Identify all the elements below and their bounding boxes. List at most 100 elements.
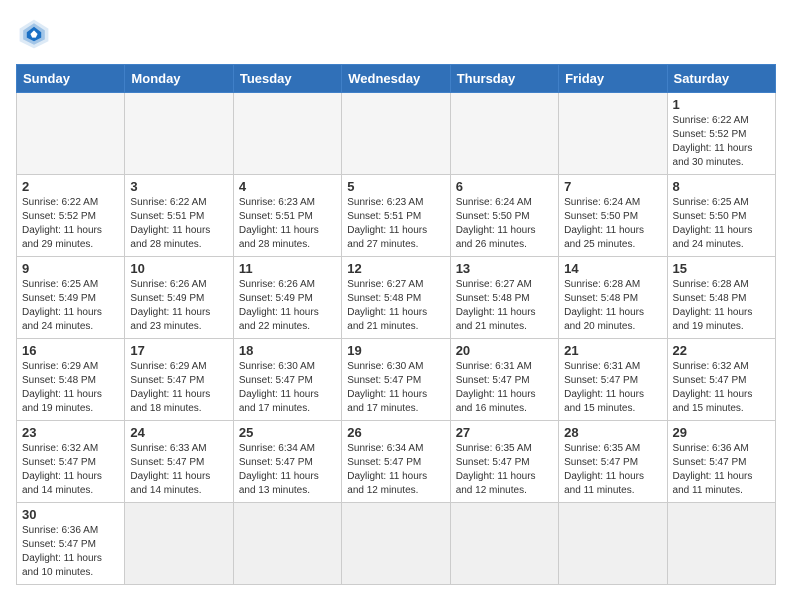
day-number: 28 bbox=[564, 425, 661, 440]
calendar-cell: 7Sunrise: 6:24 AM Sunset: 5:50 PM Daylig… bbox=[559, 175, 667, 257]
day-number: 30 bbox=[22, 507, 119, 522]
day-number: 23 bbox=[22, 425, 119, 440]
day-info: Sunrise: 6:34 AM Sunset: 5:47 PM Dayligh… bbox=[239, 442, 336, 498]
day-number: 14 bbox=[564, 261, 661, 276]
calendar-cell bbox=[342, 503, 450, 585]
calendar-cell: 4 Sunrise: 6:23 AM Sunset: 5:51 PM Daylig… bbox=[233, 175, 341, 257]
day-number: 4 bbox=[239, 179, 336, 194]
calendar-cell: 5Sunrise: 6:23 AM Sunset: 5:51 PM Daylig… bbox=[342, 175, 450, 257]
day-number: 11 bbox=[239, 261, 336, 276]
day-number: 7 bbox=[564, 179, 661, 194]
calendar-cell: 18 Sunrise: 6:30 AM Sunset: 5:47 PM Dayli… bbox=[233, 339, 341, 421]
day-info: Sunrise: 6:22 AM Sunset: 5:51 PM Dayligh… bbox=[130, 196, 227, 252]
day-info: Sunrise: 6:22 AM Sunset: 5:52 PM Dayligh… bbox=[22, 196, 119, 252]
day-number: 6 bbox=[456, 179, 553, 194]
day-info: Sunrise: 6:36 AM Sunset: 5:47 PM Dayligh… bbox=[22, 524, 119, 580]
logo-icon bbox=[16, 16, 52, 52]
calendar-cell: 8 Sunrise: 6:25 AM Sunset: 5:50 PM Daylig… bbox=[667, 175, 775, 257]
day-info: Sunrise: 6:24 AM Sunset: 5:50 PM Dayligh… bbox=[456, 196, 553, 252]
calendar-cell: 11 Sunrise: 6:26 AM Sunset: 5:49 PM Dayli… bbox=[233, 257, 341, 339]
day-info: Sunrise: 6:32 AM Sunset: 5:47 PM Dayligh… bbox=[22, 442, 119, 498]
day-info: Sunrise: 6:27 AM Sunset: 5:48 PM Dayligh… bbox=[456, 278, 553, 334]
calendar-cell: 24 Sunrise: 6:33 AM Sunset: 5:47 PM Dayli… bbox=[125, 421, 233, 503]
calendar-cell: 19 Sunrise: 6:30 AM Sunset: 5:47 PM Dayli… bbox=[342, 339, 450, 421]
day-info: Sunrise: 6:34 AM Sunset: 5:47 PM Dayligh… bbox=[347, 442, 444, 498]
calendar-cell: 23 Sunrise: 6:32 AM Sunset: 5:47 PM Dayli… bbox=[17, 421, 125, 503]
day-number: 24 bbox=[130, 425, 227, 440]
weekday-header: Wednesday bbox=[342, 65, 450, 93]
day-number: 27 bbox=[456, 425, 553, 440]
day-info: Sunrise: 6:29 AM Sunset: 5:48 PM Dayligh… bbox=[22, 360, 119, 416]
day-info: Sunrise: 6:23 AM Sunset: 5:51 PM Dayligh… bbox=[239, 196, 336, 252]
calendar-cell: 28 Sunrise: 6:35 AM Sunset: 5:47 PM Dayli… bbox=[559, 421, 667, 503]
day-info: Sunrise: 6:26 AM Sunset: 5:49 PM Dayligh… bbox=[130, 278, 227, 334]
calendar-cell bbox=[233, 93, 341, 175]
day-number: 29 bbox=[673, 425, 770, 440]
day-number: 5 bbox=[347, 179, 444, 194]
calendar-cell: 17Sunrise: 6:29 AM Sunset: 5:47 PM Dayli… bbox=[125, 339, 233, 421]
day-info: Sunrise: 6:30 AM Sunset: 5:47 PM Dayligh… bbox=[239, 360, 336, 416]
calendar-cell bbox=[125, 93, 233, 175]
logo bbox=[16, 16, 56, 52]
calendar-cell bbox=[17, 93, 125, 175]
day-info: Sunrise: 6:35 AM Sunset: 5:47 PM Dayligh… bbox=[564, 442, 661, 498]
weekday-header: Sunday bbox=[17, 65, 125, 93]
day-number: 10 bbox=[130, 261, 227, 276]
calendar-cell: 25 Sunrise: 6:34 AM Sunset: 5:47 PM Dayli… bbox=[233, 421, 341, 503]
day-number: 19 bbox=[347, 343, 444, 358]
day-number: 22 bbox=[673, 343, 770, 358]
day-number: 15 bbox=[673, 261, 770, 276]
day-info: Sunrise: 6:30 AM Sunset: 5:47 PM Dayligh… bbox=[347, 360, 444, 416]
day-info: Sunrise: 6:25 AM Sunset: 5:49 PM Dayligh… bbox=[22, 278, 119, 334]
calendar-cell: 21 Sunrise: 6:31 AM Sunset: 5:47 PM Dayli… bbox=[559, 339, 667, 421]
day-number: 17 bbox=[130, 343, 227, 358]
page-header bbox=[16, 16, 776, 52]
day-info: Sunrise: 6:36 AM Sunset: 5:47 PM Dayligh… bbox=[673, 442, 770, 498]
calendar-cell bbox=[342, 93, 450, 175]
day-number: 2 bbox=[22, 179, 119, 194]
weekday-header: Friday bbox=[559, 65, 667, 93]
calendar-cell: 20 Sunrise: 6:31 AM Sunset: 5:47 PM Dayli… bbox=[450, 339, 558, 421]
day-number: 13 bbox=[456, 261, 553, 276]
day-info: Sunrise: 6:31 AM Sunset: 5:47 PM Dayligh… bbox=[564, 360, 661, 416]
day-info: Sunrise: 6:26 AM Sunset: 5:49 PM Dayligh… bbox=[239, 278, 336, 334]
calendar-cell: 29 Sunrise: 6:36 AM Sunset: 5:47 PM Dayli… bbox=[667, 421, 775, 503]
day-number: 25 bbox=[239, 425, 336, 440]
calendar-cell: 1 Sunrise: 6:22 AM Sunset: 5:52 PM Daylig… bbox=[667, 93, 775, 175]
day-number: 16 bbox=[22, 343, 119, 358]
calendar-cell: 9Sunrise: 6:25 AM Sunset: 5:49 PM Daylig… bbox=[17, 257, 125, 339]
calendar-cell: 27 Sunrise: 6:35 AM Sunset: 5:47 PM Dayli… bbox=[450, 421, 558, 503]
calendar-cell: 2 Sunrise: 6:22 AM Sunset: 5:52 PM Daylig… bbox=[17, 175, 125, 257]
day-number: 20 bbox=[456, 343, 553, 358]
calendar-cell bbox=[233, 503, 341, 585]
calendar-cell bbox=[125, 503, 233, 585]
calendar-cell: 26 Sunrise: 6:34 AM Sunset: 5:47 PM Dayli… bbox=[342, 421, 450, 503]
calendar-cell bbox=[667, 503, 775, 585]
weekday-header: Tuesday bbox=[233, 65, 341, 93]
day-number: 26 bbox=[347, 425, 444, 440]
day-info: Sunrise: 6:25 AM Sunset: 5:50 PM Dayligh… bbox=[673, 196, 770, 252]
weekday-header: Monday bbox=[125, 65, 233, 93]
calendar-cell: 22Sunrise: 6:32 AM Sunset: 5:47 PM Dayli… bbox=[667, 339, 775, 421]
day-info: Sunrise: 6:27 AM Sunset: 5:48 PM Dayligh… bbox=[347, 278, 444, 334]
calendar-cell: 10 Sunrise: 6:26 AM Sunset: 5:49 PM Dayli… bbox=[125, 257, 233, 339]
day-number: 12 bbox=[347, 261, 444, 276]
day-number: 18 bbox=[239, 343, 336, 358]
calendar-cell: 3Sunrise: 6:22 AM Sunset: 5:51 PM Daylig… bbox=[125, 175, 233, 257]
calendar-cell: 16 Sunrise: 6:29 AM Sunset: 5:48 PM Dayli… bbox=[17, 339, 125, 421]
day-info: Sunrise: 6:31 AM Sunset: 5:47 PM Dayligh… bbox=[456, 360, 553, 416]
day-info: Sunrise: 6:35 AM Sunset: 5:47 PM Dayligh… bbox=[456, 442, 553, 498]
calendar-table: SundayMondayTuesdayWednesdayThursdayFrid… bbox=[16, 64, 776, 585]
day-number: 1 bbox=[673, 97, 770, 112]
day-number: 8 bbox=[673, 179, 770, 194]
day-info: Sunrise: 6:22 AM Sunset: 5:52 PM Dayligh… bbox=[673, 114, 770, 170]
calendar-cell: 14Sunrise: 6:28 AM Sunset: 5:48 PM Dayli… bbox=[559, 257, 667, 339]
calendar-cell bbox=[559, 503, 667, 585]
calendar-cell: 13 Sunrise: 6:27 AM Sunset: 5:48 PM Dayli… bbox=[450, 257, 558, 339]
day-number: 21 bbox=[564, 343, 661, 358]
weekday-header: Thursday bbox=[450, 65, 558, 93]
day-info: Sunrise: 6:28 AM Sunset: 5:48 PM Dayligh… bbox=[673, 278, 770, 334]
calendar-cell bbox=[559, 93, 667, 175]
calendar-cell: 12 Sunrise: 6:27 AM Sunset: 5:48 PM Dayli… bbox=[342, 257, 450, 339]
day-info: Sunrise: 6:33 AM Sunset: 5:47 PM Dayligh… bbox=[130, 442, 227, 498]
